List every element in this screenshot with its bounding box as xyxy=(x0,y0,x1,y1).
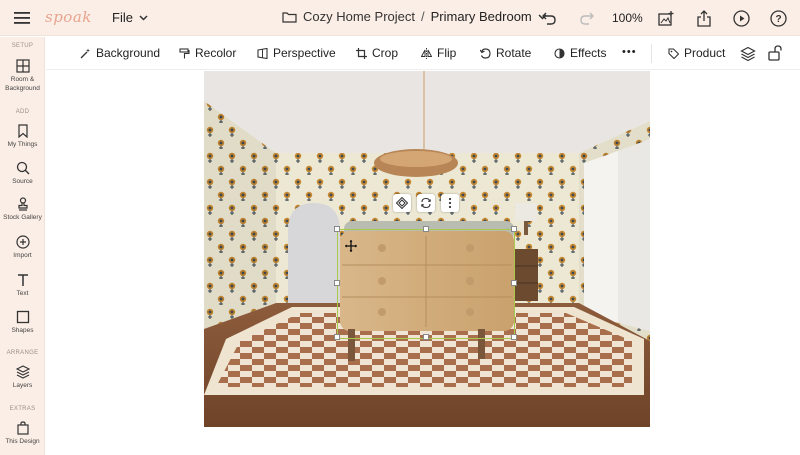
recolor-tool-label: Recolor xyxy=(195,46,237,60)
file-menu-label: File xyxy=(112,10,133,25)
chevron-down-icon xyxy=(139,14,148,21)
rotate-icon xyxy=(480,47,491,59)
resize-handle-top[interactable] xyxy=(423,226,429,232)
file-menu[interactable]: File xyxy=(112,10,148,25)
crop-tool-label: Crop xyxy=(372,46,399,60)
app-logo[interactable]: spoak xyxy=(45,8,92,26)
zoom-level[interactable]: 100% xyxy=(612,11,643,25)
layers-icon[interactable] xyxy=(740,46,756,62)
layers-icon xyxy=(15,365,30,379)
recolor-tool-button[interactable]: Recolor xyxy=(179,46,236,60)
breadcrumb-separator: / xyxy=(420,9,425,24)
sidebar-item-label: My Things xyxy=(7,141,38,148)
sidebar-item-room-background[interactable]: Room & Background xyxy=(0,59,45,94)
project-name[interactable]: Cozy Home Project xyxy=(303,9,415,24)
add-image-icon[interactable] xyxy=(657,9,675,27)
resize-handle-top-left[interactable] xyxy=(334,226,340,232)
crop-icon xyxy=(356,47,367,59)
section-extras: EXTRAS xyxy=(9,406,36,412)
section-add: ADD xyxy=(15,109,30,115)
sidebar-item-label: Room & Background xyxy=(5,76,40,92)
text-icon xyxy=(17,274,28,286)
square-icon xyxy=(16,310,29,324)
background-tool-button[interactable]: Background xyxy=(80,46,160,60)
sidebar-item-label: Stock Gallery xyxy=(3,214,42,221)
resize-handle-bottom[interactable] xyxy=(423,334,429,340)
sidebar-item-source[interactable]: Source xyxy=(0,161,45,187)
resize-handle-top-right[interactable] xyxy=(511,226,517,232)
share-icon[interactable] xyxy=(696,9,712,27)
sidebar-item-layers[interactable]: Layers xyxy=(0,365,45,391)
effects-icon xyxy=(554,47,565,59)
move-layer-icon[interactable] xyxy=(393,194,411,212)
sidebar-item-label: This Design xyxy=(5,438,40,445)
effects-tool-button[interactable]: Effects xyxy=(554,46,606,60)
hamburger-menu-icon[interactable] xyxy=(12,9,32,27)
plus-circle-icon xyxy=(15,235,30,249)
bag-icon xyxy=(16,421,29,435)
perspective-icon xyxy=(257,47,268,59)
edit-toolbar: Background Recolor Perspective Crop Flip… xyxy=(46,37,800,70)
effects-tool-label: Effects xyxy=(570,46,607,60)
rotate-tool-button[interactable]: Rotate xyxy=(480,46,531,60)
resize-handle-bottom-left[interactable] xyxy=(334,334,340,340)
resize-handle-left[interactable] xyxy=(334,280,340,286)
flip-icon xyxy=(421,47,432,59)
perspective-tool-label: Perspective xyxy=(273,46,336,60)
sidebar-item-stock-gallery[interactable]: Stock Gallery xyxy=(0,197,45,223)
sidebar-item-label: Shapes xyxy=(11,327,34,334)
crop-tool-button[interactable]: Crop xyxy=(356,46,398,60)
sidebar-item-this-design[interactable]: This Design xyxy=(0,421,45,447)
move-cursor-icon xyxy=(345,239,357,252)
help-icon[interactable]: ? xyxy=(769,9,787,27)
section-setup: SETUP xyxy=(11,43,34,49)
sidebar-item-label: Text xyxy=(16,290,29,297)
sidebar-item-label: Import xyxy=(13,252,32,259)
toolbar-divider xyxy=(651,44,652,63)
sidebar-item-text[interactable]: Text xyxy=(0,273,45,299)
selection-box[interactable] xyxy=(334,226,517,340)
sidebar-item-label: Source xyxy=(12,178,33,185)
product-button-label: Product xyxy=(684,46,726,60)
tag-icon xyxy=(668,47,679,59)
flip-tool-label: Flip xyxy=(437,46,457,60)
resize-handle-right[interactable] xyxy=(511,280,517,286)
perspective-tool-button[interactable]: Perspective xyxy=(257,46,336,60)
sidebar-item-label: Layers xyxy=(12,382,33,389)
stamp-icon xyxy=(17,197,28,211)
redo-icon[interactable] xyxy=(578,10,596,26)
flip-tool-button[interactable]: Flip xyxy=(421,46,456,60)
sidebar-item-my-things[interactable]: My Things xyxy=(0,124,45,150)
bookmark-icon xyxy=(17,124,28,138)
play-icon[interactable] xyxy=(732,9,750,27)
paint-roller-icon xyxy=(179,47,190,58)
section-arrange: ARRANGE xyxy=(6,350,39,356)
undo-icon[interactable] xyxy=(540,10,558,26)
project-breadcrumb[interactable]: Cozy Home Project / Primary Bedroom xyxy=(282,9,547,24)
room-name[interactable]: Primary Bedroom xyxy=(431,9,532,24)
rotate-tool-label: Rotate xyxy=(496,46,532,60)
sidebar-item-import[interactable]: Import xyxy=(0,235,45,261)
product-button[interactable]: Product xyxy=(668,46,725,60)
magic-wand-icon xyxy=(80,48,90,58)
object-floating-toolbar xyxy=(393,194,459,212)
kebab-menu-icon[interactable] xyxy=(441,194,459,212)
unlock-icon[interactable] xyxy=(768,45,782,61)
more-options-button[interactable]: ••• xyxy=(622,46,637,58)
swap-icon[interactable] xyxy=(417,194,435,212)
resize-handle-bottom-right[interactable] xyxy=(511,334,517,340)
sidebar-item-shapes[interactable]: Shapes xyxy=(0,310,45,336)
svg-text:?: ? xyxy=(775,14,781,25)
top-bar: spoak File Cozy Home Project / Primary B… xyxy=(0,0,800,36)
background-tool-label: Background xyxy=(96,46,161,60)
left-sidebar: SETUP Room & Background ADD My Things So… xyxy=(0,37,45,455)
grid-icon xyxy=(15,59,30,73)
search-icon xyxy=(16,161,29,175)
folder-icon xyxy=(282,11,297,23)
